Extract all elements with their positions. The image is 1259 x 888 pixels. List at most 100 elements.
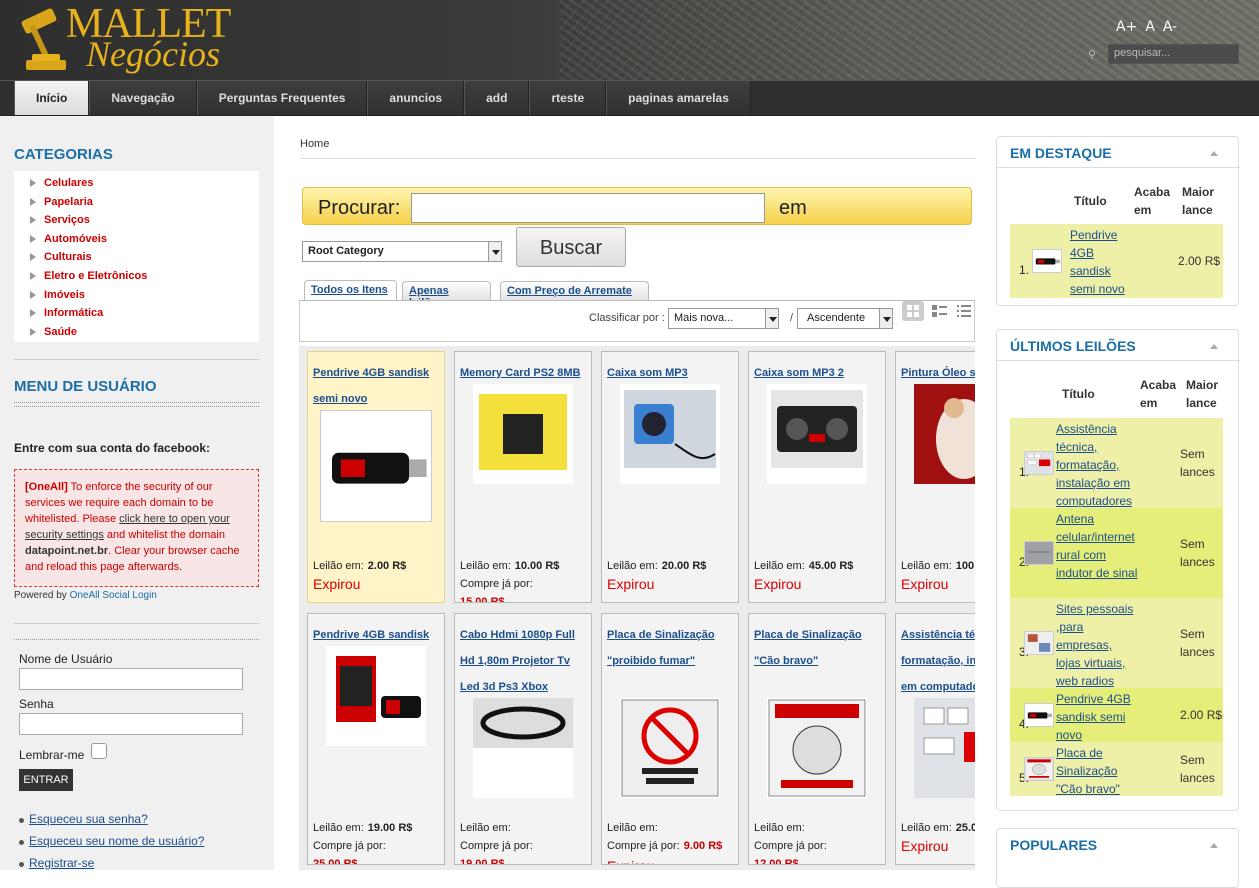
remember-checkbox[interactable] (91, 743, 107, 759)
auction-item-card[interactable]: Pendrive 4GB sandisk Leilão em: 19.00 R$ Co… (307, 613, 445, 865)
breadcrumb[interactable]: Home (300, 138, 329, 150)
font-decrease-button[interactable]: A- (1163, 19, 1177, 35)
divider (997, 167, 1240, 168)
detail-list-view-icon[interactable] (928, 301, 950, 321)
auction-item-card[interactable]: Assistência técnica, formatação, instala… (895, 613, 975, 865)
auction-table-row[interactable]: 1.Assistência técnica, formatação, insta… (1010, 418, 1223, 508)
row-thumbnail[interactable] (1024, 451, 1054, 475)
search-button[interactable]: Buscar (516, 227, 626, 267)
collapse-icon[interactable] (1210, 151, 1218, 156)
oneall-link[interactable]: OneAll Social Login (70, 590, 157, 601)
item-image[interactable] (767, 698, 867, 798)
buy-label: Compre já por: (313, 840, 386, 852)
search-input[interactable]: pesquisar... (1108, 44, 1239, 64)
row-bid: Sem lances (1180, 753, 1215, 785)
forgot-password-link[interactable]: Esqueceu sua senha? (19, 812, 148, 826)
item-image[interactable] (320, 410, 432, 522)
auction-item-card[interactable]: Placa de Sinalização "proibido fumar" Lei… (601, 613, 739, 865)
grid-view-icon[interactable] (902, 301, 924, 321)
item-image[interactable] (473, 384, 573, 484)
item-image[interactable] (767, 384, 867, 484)
list-view-icon[interactable] (953, 301, 975, 321)
category-link[interactable]: Papelaria (14, 193, 259, 212)
auction-table-row[interactable]: 4.Pendrive 4GB sandisk semi novo2.00 R$ (1010, 688, 1223, 742)
category-link[interactable]: Celulares (14, 174, 259, 193)
username-input[interactable] (19, 668, 243, 690)
auction-item-card[interactable]: Pintura Óleo sobre Leilão em:100.00 Expiro… (895, 351, 975, 603)
auction-table-row[interactable]: 1. Pendrive 4GB sandisk semi novo 2.00 R$ (1010, 224, 1223, 298)
facebook-login-title: Entre com sua conta do facebook: (14, 441, 211, 455)
category-select[interactable]: Root Category (302, 241, 502, 262)
row-thumbnail[interactable] (1032, 249, 1062, 273)
item-title-link[interactable]: Placa de Sinalização "Cão bravo" (754, 622, 882, 674)
font-reset-button[interactable]: A (1145, 19, 1155, 35)
row-thumbnail[interactable] (1024, 703, 1054, 727)
auction-item-card[interactable]: Memory Card PS2 8MB Leilão em: 10.00 R$ Com… (454, 351, 592, 603)
login-button[interactable]: ENTRAR (19, 769, 73, 791)
nav-item[interactable]: anuncios (367, 81, 465, 115)
row-thumbnail[interactable] (1024, 757, 1054, 781)
nav-item[interactable]: rteste (529, 81, 607, 115)
font-increase-button[interactable]: A+ (1116, 19, 1137, 35)
category-link[interactable]: Culturais (14, 248, 259, 267)
item-title-link[interactable]: Placa de Sinalização "proibido fumar" (607, 622, 735, 674)
category-link[interactable]: Serviços (14, 211, 259, 230)
nav-item[interactable]: Início (14, 81, 90, 115)
row-title-link[interactable]: Pendrive 4GB sandisk semi novo (1070, 226, 1130, 298)
auction-table-row[interactable]: 2.Antena celular/internet rural com indu… (1010, 508, 1223, 598)
collapse-icon[interactable] (1210, 843, 1218, 848)
password-input[interactable] (19, 713, 243, 735)
item-image[interactable] (326, 646, 426, 746)
auction-item-card[interactable]: Cabo Hdmi 1080p Full Hd 1,80m Projetor T… (454, 613, 592, 865)
bid-value: 25.00 R$ (955, 822, 975, 834)
item-title-link[interactable]: Pintura Óleo sobre (901, 360, 975, 386)
row-thumbnail[interactable] (1024, 631, 1054, 655)
row-title-link[interactable]: Antena celular/internet rural com induto… (1056, 510, 1138, 582)
tab-all-items[interactable]: Todos os Itens (304, 280, 397, 301)
row-title-link[interactable]: Sites pessoais ,para empresas, lojas vir… (1056, 600, 1138, 690)
auction-item-card[interactable]: Placa de Sinalização "Cão bravo" Leilão e… (748, 613, 886, 865)
register-link[interactable]: Registrar-se (18, 856, 94, 870)
collapse-icon[interactable] (1210, 344, 1218, 349)
site-logo[interactable]: MALLET Negócios (16, 2, 231, 78)
site-header: MALLET Negócios A+ A A- ⚲ pesquisar... (0, 0, 1259, 80)
category-link[interactable]: Imóveis (14, 286, 259, 305)
item-image[interactable] (620, 384, 720, 484)
item-title-link[interactable]: Caixa som MP3 (607, 360, 738, 386)
item-image[interactable] (473, 698, 573, 798)
auction-table-row[interactable]: 5.Placa de Sinalização "Cão bravo"Sem la… (1010, 742, 1223, 796)
nav-item[interactable]: Navegação (89, 81, 197, 115)
sort-order-select[interactable]: Ascendente (797, 308, 893, 329)
forgot-username-link[interactable]: Esqueceu seu nome de usuário? (18, 834, 204, 848)
item-image[interactable] (914, 384, 975, 484)
row-title-link[interactable]: Assistência técnica, formatação, instala… (1056, 420, 1138, 510)
nav-item[interactable]: add (464, 81, 530, 115)
bid-label: Leilão em: (901, 560, 952, 572)
item-title-link[interactable]: Assistência técnica, formatação, instala… (901, 622, 975, 700)
nav-item[interactable]: paginas amarelas (606, 81, 751, 115)
auction-item-card[interactable]: Caixa som MP3 Leilão em: 20.00 R$ Expirou (601, 351, 739, 603)
category-link[interactable]: Automóveis (14, 230, 259, 249)
item-image[interactable] (620, 698, 720, 798)
auction-table-row[interactable]: 3.Sites pessoais ,para empresas, lojas v… (1010, 598, 1223, 688)
category-link[interactable]: Informática (14, 304, 259, 323)
auction-item-card[interactable]: Caixa som MP3 2 Leilão em: 45.00 R$ Expirou (748, 351, 886, 603)
auction-item-card[interactable]: Pendrive 4GB sandisk semi novo Leilão em:… (307, 351, 445, 603)
item-image[interactable] (914, 698, 975, 798)
sort-field-select[interactable]: Mais nova... (668, 308, 779, 329)
item-title-link[interactable]: Caixa som MP3 2 (754, 360, 885, 386)
item-title-link[interactable]: Cabo Hdmi 1080p Full Hd 1,80m Projetor T… (460, 622, 588, 700)
item-title-link[interactable]: Memory Card PS2 8MB (460, 360, 591, 386)
auction-search-input[interactable] (411, 193, 765, 223)
tab-auctions-only[interactable]: Apenas leilões (402, 281, 491, 309)
row-title-link[interactable]: Pendrive 4GB sandisk semi novo (1056, 690, 1138, 744)
category-link[interactable]: Eletro e Eletrônicos (14, 267, 259, 286)
tab-buy-now[interactable]: Com Preço de Arremate (500, 281, 649, 300)
item-title-link[interactable]: Pendrive 4GB sandisk (313, 622, 444, 648)
item-title-link[interactable]: Pendrive 4GB sandisk semi novo (313, 360, 441, 412)
row-thumbnail[interactable] (1024, 541, 1054, 565)
search-icon[interactable]: ⚲ (1088, 48, 1096, 61)
row-title-link[interactable]: Placa de Sinalização "Cão bravo" (1056, 744, 1138, 798)
nav-item[interactable]: Perguntas Frequentes (196, 81, 368, 115)
category-link[interactable]: Saúde (14, 323, 259, 342)
